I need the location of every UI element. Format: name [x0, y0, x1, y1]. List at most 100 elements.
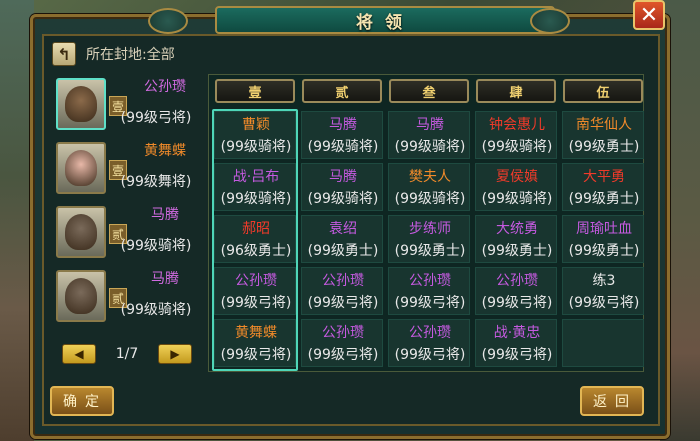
slot-general-name: 黄舞蝶: [235, 325, 277, 341]
formation-slot[interactable]: 马腾 (99级骑将): [388, 111, 470, 159]
formation-slot[interactable]: 周瑜吐血 (99级勇士): [562, 215, 644, 263]
confirm-button[interactable]: 确定: [50, 386, 114, 416]
slot-general-level: (99级骑将): [307, 139, 379, 155]
slot-general-name: 练3: [592, 273, 616, 289]
formation-slot[interactable]: 曹颖 (99级骑将): [214, 111, 296, 159]
formation-slot[interactable]: 公孙瓒 (99级弓将): [214, 267, 296, 315]
slot-general-name: 战·吕布: [232, 169, 280, 185]
formation-slot[interactable]: 夏侯嫃 (99级骑将): [475, 163, 557, 211]
general-name: 马腾: [151, 207, 179, 223]
slot-general-level: (99级骑将): [481, 139, 553, 155]
formation-slot[interactable]: 公孙瓒 (99级弓将): [301, 267, 383, 315]
formation-slot[interactable]: 战·吕布 (99级骑将): [214, 163, 296, 211]
slot-general-name: 郝昭: [242, 221, 270, 237]
slot-general-level: (99级弓将): [568, 295, 640, 311]
formation-slot[interactable]: 黄舞蝶 (99级弓将): [214, 319, 296, 367]
page-indicator: 1/7: [115, 346, 139, 362]
formation-slot[interactable]: 袁绍 (99级勇士): [301, 215, 383, 263]
slot-general-level: (99级弓将): [481, 347, 553, 363]
general-name: 公孙瓒: [144, 79, 186, 95]
slot-general-level: (99级弓将): [481, 295, 553, 311]
general-portrait: [56, 270, 106, 322]
formation-grid: 壹贰叁肆伍曹颖 (99级骑将) 战·吕布 (99级骑将) 郝昭 (96级勇士) 公孙瓒 (99…: [208, 74, 644, 372]
formation-slot[interactable]: 战·黄忠 (99级弓将): [475, 319, 557, 367]
slot-general-name: 马腾: [416, 117, 444, 133]
slot-general-level: (99级骑将): [220, 191, 292, 207]
close-button[interactable]: ✕: [633, 0, 665, 30]
general-level: (99级骑将): [120, 238, 192, 254]
slot-general-name: 夏侯嫃: [496, 169, 538, 185]
general-level: (99级舞将): [120, 174, 192, 190]
slot-general-level: (99级勇士): [394, 243, 466, 259]
slot-general-name: 樊夫人: [409, 169, 451, 185]
window-title: 将领: [356, 12, 414, 33]
formation-slot[interactable]: 练3 (99级弓将): [562, 267, 644, 315]
formation-slot[interactable]: 公孙瓒 (99级弓将): [388, 267, 470, 315]
slot-general-level: (99级骑将): [220, 139, 292, 155]
slot-general-name: 公孙瓒: [322, 325, 364, 341]
next-page-button[interactable]: ▶: [158, 344, 192, 364]
slot-general-level: (99级骑将): [394, 139, 466, 155]
pager: ◀ 1/7 ▶: [62, 343, 192, 365]
slot-general-level: (96级勇士): [220, 243, 292, 259]
formation-slot[interactable]: 樊夫人 (99级骑将): [388, 163, 470, 211]
general-name: 马腾: [151, 271, 179, 287]
slot-general-name: 马腾: [329, 117, 357, 133]
column-header: 壹: [215, 79, 295, 103]
title-ornament-left: [148, 8, 188, 34]
column-header: 贰: [302, 79, 382, 103]
slot-general-level: (99级弓将): [307, 295, 379, 311]
column-header: 肆: [476, 79, 556, 103]
general-portrait: [56, 206, 106, 258]
formation-slot[interactable]: 马腾 (99级骑将): [301, 111, 383, 159]
formation-slot[interactable]: 大统勇 (99级勇士): [475, 215, 557, 263]
formation-slot[interactable]: 公孙瓒 (99级弓将): [301, 319, 383, 367]
slot-general-level: (99级弓将): [220, 347, 292, 363]
prev-page-button[interactable]: ◀: [62, 344, 96, 364]
slot-general-name: 袁绍: [329, 221, 357, 237]
slot-general-name: 步练师: [409, 221, 451, 237]
title-ornament-right: [530, 8, 570, 34]
slot-general-name: 曹颖: [242, 117, 270, 133]
slot-general-level: (99级勇士): [568, 139, 640, 155]
back-button[interactable]: 返回: [580, 386, 644, 416]
general-portrait: [56, 78, 106, 130]
slot-general-name: 公孙瓒: [409, 273, 451, 289]
return-arrow-button[interactable]: ↰: [52, 42, 76, 66]
formation-slot[interactable]: 大平勇 (99级勇士): [562, 163, 644, 211]
slot-general-name: 公孙瓒: [496, 273, 538, 289]
formation-slot[interactable]: 公孙瓒 (99级弓将): [388, 319, 470, 367]
fief-label: 所在封地:全部: [86, 47, 175, 63]
slot-general-level: (99级弓将): [307, 347, 379, 363]
formation-slot[interactable]: 钟会惠儿 (99级骑将): [475, 111, 557, 159]
column-header: 伍: [563, 79, 643, 103]
formation-slot[interactable]: 南华仙人 (99级勇士): [562, 111, 644, 159]
general-level: (99级骑将): [120, 302, 192, 318]
slot-general-name: 马腾: [329, 169, 357, 185]
general-card[interactable]: 壹黄舞蝶 (99级舞将): [54, 138, 200, 198]
general-list: 壹公孙瓒 (99级弓将) 壹黄舞蝶 (99级舞将) 贰马腾 (99级骑将) 贰马腾 (99级骑…: [54, 74, 202, 370]
game-scene: 将领 ✕ ↰ 所在封地:全部 壹公孙瓒 (99级弓将) 壹黄舞蝶 (99级舞将) 贰马腾…: [0, 0, 700, 441]
slot-general-level: (99级骑将): [394, 191, 466, 207]
slot-general-level: (99级弓将): [220, 295, 292, 311]
background-left: [0, 0, 34, 441]
formation-slot[interactable]: [562, 319, 644, 367]
formation-slot[interactable]: 步练师 (99级勇士): [388, 215, 470, 263]
formation-slot[interactable]: 公孙瓒 (99级弓将): [475, 267, 557, 315]
slot-general-level: (99级骑将): [307, 191, 379, 207]
general-level: (99级弓将): [120, 110, 192, 126]
general-name: 黄舞蝶: [144, 143, 186, 159]
slot-general-name: 公孙瓒: [322, 273, 364, 289]
slot-general-name: 钟会惠儿: [489, 117, 545, 133]
general-portrait: [56, 142, 106, 194]
slot-general-name: 公孙瓒: [409, 325, 451, 341]
portrait-face: [65, 86, 97, 122]
general-card[interactable]: 壹公孙瓒 (99级弓将): [54, 74, 200, 134]
column-header: 叁: [389, 79, 469, 103]
slot-general-name: 大统勇: [496, 221, 538, 237]
general-card[interactable]: 贰马腾 (99级骑将): [54, 266, 200, 326]
formation-slot[interactable]: 郝昭 (96级勇士): [214, 215, 296, 263]
general-card[interactable]: 贰马腾 (99级骑将): [54, 202, 200, 262]
fief-filter: ↰ 所在封地:全部: [52, 42, 175, 66]
formation-slot[interactable]: 马腾 (99级骑将): [301, 163, 383, 211]
